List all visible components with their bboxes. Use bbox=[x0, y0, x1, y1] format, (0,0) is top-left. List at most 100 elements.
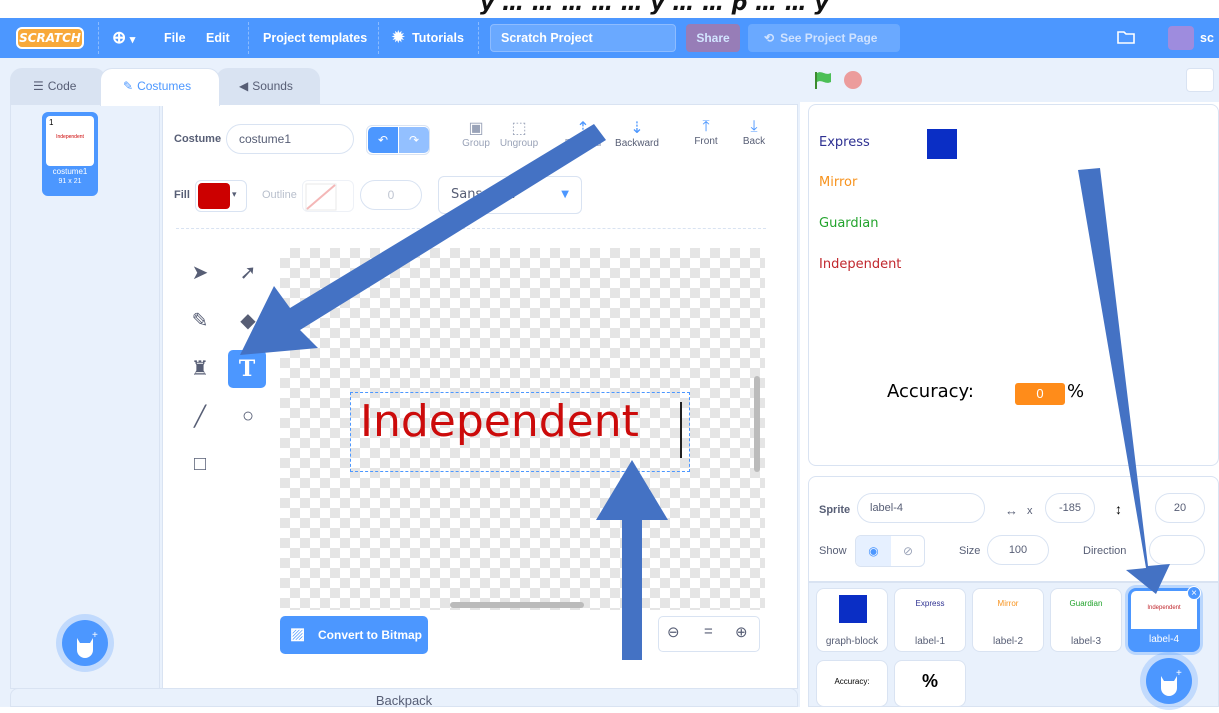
no-color-icon bbox=[305, 183, 337, 211]
backward-icon: ⇣ bbox=[630, 120, 644, 137]
caption-text: y … … … … … y … … p … … y bbox=[480, 0, 829, 16]
chevron-down-icon: ▾ bbox=[232, 189, 237, 199]
eraser-tool[interactable]: ◆ bbox=[230, 302, 266, 338]
tab-sounds-label: Sounds bbox=[252, 79, 293, 93]
fill-color-picker[interactable]: ▾ bbox=[195, 180, 247, 212]
text-tool[interactable]: T bbox=[228, 350, 266, 388]
sprite-thumbnail: Accuracy: bbox=[834, 677, 870, 686]
sprite-name: graph-block bbox=[825, 636, 879, 647]
size-input[interactable]: 100 bbox=[987, 535, 1049, 565]
costume-name-input[interactable]: costume1 bbox=[226, 124, 354, 154]
brush-tool[interactable]: ✎ bbox=[182, 302, 218, 338]
ungroup-button[interactable]: ⬚ Ungroup bbox=[496, 118, 542, 166]
fill-tool[interactable]: ♜ bbox=[182, 350, 218, 386]
choose-costume-button[interactable]: + bbox=[62, 620, 108, 666]
tab-code[interactable]: ☰ Code bbox=[10, 68, 106, 104]
sprite-name: label-2 bbox=[992, 636, 1024, 647]
back-button[interactable]: ⤓ Back bbox=[734, 118, 774, 166]
avatar[interactable] bbox=[1168, 26, 1194, 50]
direction-input[interactable] bbox=[1149, 535, 1205, 565]
costume-item[interactable]: 1 Independent costume1 91 x 21 bbox=[42, 112, 98, 196]
choose-sprite-button[interactable]: + bbox=[1146, 658, 1192, 704]
line-tool[interactable]: ╱ bbox=[182, 398, 218, 434]
stage-label-guardian: Guardian bbox=[819, 216, 879, 231]
font-dropdown[interactable]: Sans Serif ▼ bbox=[438, 176, 582, 214]
text-cursor bbox=[680, 402, 682, 458]
horizontal-scrollbar[interactable] bbox=[450, 602, 584, 608]
accuracy-label: Accuracy: bbox=[887, 381, 974, 402]
eye-icon[interactable]: ◉ bbox=[856, 536, 891, 566]
username[interactable]: sc bbox=[1200, 18, 1214, 58]
stage[interactable]: Express Mirror Guardian Independent Accu… bbox=[808, 104, 1219, 466]
forward-button[interactable]: ⇡ Forward bbox=[560, 118, 606, 166]
rectangle-tool[interactable]: □ bbox=[182, 446, 218, 482]
sprite-label-4[interactable]: Independent label-4 × bbox=[1128, 586, 1201, 652]
accuracy-value: 0 bbox=[1015, 383, 1065, 405]
tab-costumes[interactable]: ✎ Costumes bbox=[100, 68, 220, 106]
sprite-percent[interactable]: % bbox=[894, 660, 966, 707]
folder-icon[interactable] bbox=[1116, 28, 1136, 46]
green-flag-icon[interactable] bbox=[812, 70, 834, 90]
ungroup-icon: ⬚ bbox=[511, 120, 527, 137]
convert-to-bitmap-button[interactable]: ▨ Convert to Bitmap bbox=[280, 616, 428, 654]
costume-preview: 1 Independent bbox=[46, 116, 94, 166]
sprite-label-1[interactable]: Express label-1 bbox=[894, 588, 966, 652]
sprite-graph-block[interactable]: graph-block bbox=[816, 588, 888, 652]
backward-button[interactable]: ⇣ Backward bbox=[612, 118, 662, 166]
project-title-input[interactable]: Scratch Project bbox=[490, 24, 676, 52]
globe-menu[interactable]: ⊕ ▾ bbox=[112, 18, 148, 58]
scratch-logo[interactable]: SCRATCH bbox=[16, 27, 84, 49]
stage-size-icon[interactable] bbox=[1186, 68, 1214, 92]
font-name: Sans Serif bbox=[451, 187, 517, 202]
cat-icon: + bbox=[77, 630, 98, 658]
outline-color-picker[interactable] bbox=[302, 180, 354, 212]
sprite-name-input[interactable]: label-4 bbox=[857, 493, 985, 523]
redo-icon[interactable]: ↷ bbox=[399, 127, 429, 153]
tab-sounds[interactable]: ◀ Sounds bbox=[216, 68, 320, 104]
select-tool[interactable]: ➤ bbox=[182, 254, 218, 290]
paintbrush-icon: ✎ bbox=[123, 79, 134, 93]
stage-label-express: Express bbox=[819, 135, 870, 150]
backpack[interactable]: Backpack bbox=[10, 688, 798, 708]
file-menu[interactable]: File bbox=[164, 18, 186, 58]
share-button[interactable]: Share bbox=[686, 24, 740, 52]
canvas-text[interactable]: Independent bbox=[360, 396, 639, 447]
sprite-label-2[interactable]: Mirror label-2 bbox=[972, 588, 1044, 652]
vertical-scrollbar[interactable] bbox=[754, 376, 760, 472]
y-position-input[interactable]: 20 bbox=[1155, 493, 1205, 523]
paint-canvas[interactable]: Independent bbox=[280, 248, 765, 610]
tutorials-menu[interactable]: ✹ Tutorials bbox=[392, 18, 464, 58]
edit-menu[interactable]: Edit bbox=[206, 18, 230, 58]
zoom-out-icon[interactable]: ⊖ bbox=[667, 623, 680, 641]
stop-icon[interactable] bbox=[844, 71, 862, 89]
group-button[interactable]: ▣ Group bbox=[456, 118, 496, 166]
eraser-icon: ◆ bbox=[240, 309, 256, 332]
front-button[interactable]: ⤒ Front bbox=[686, 118, 726, 166]
x-position-input[interactable]: -185 bbox=[1045, 493, 1095, 523]
front-label: Front bbox=[694, 136, 718, 147]
tab-code-label: Code bbox=[47, 79, 77, 93]
sprite-name: label-4 bbox=[1148, 634, 1180, 645]
y-arrows-icon: ↕ bbox=[1115, 501, 1122, 517]
zoom-in-icon[interactable]: ⊕ bbox=[735, 623, 748, 641]
delete-sprite-icon[interactable]: × bbox=[1187, 586, 1201, 600]
undo-icon[interactable]: ↶ bbox=[368, 127, 398, 153]
lightbulb-icon: ✹ bbox=[392, 29, 405, 46]
show-label: Show bbox=[819, 545, 847, 557]
chevron-down-icon: ▾ bbox=[129, 34, 136, 46]
sprite-accuracy[interactable]: Accuracy: bbox=[816, 660, 888, 707]
see-project-page-button[interactable]: ⟲ See Project Page bbox=[748, 24, 900, 52]
fill-label: Fill bbox=[174, 189, 190, 201]
costume-name-label: Costume bbox=[174, 133, 222, 145]
zoom-reset-button[interactable]: = bbox=[704, 623, 713, 640]
x-label: x bbox=[1027, 505, 1033, 517]
eye-hidden-icon[interactable]: ⊘ bbox=[891, 536, 925, 566]
undo-redo-group: ↶ ↷ bbox=[366, 125, 430, 155]
outline-width-input[interactable]: 0 bbox=[360, 180, 422, 210]
group-label: Group bbox=[462, 138, 490, 149]
project-templates-menu[interactable]: Project templates bbox=[263, 18, 367, 58]
circle-tool[interactable]: ○ bbox=[230, 398, 266, 434]
sprite-label-3[interactable]: Guardian label-3 bbox=[1050, 588, 1122, 652]
reshape-tool[interactable]: ➚ bbox=[230, 254, 266, 290]
code-icon: ☰ bbox=[33, 79, 44, 93]
